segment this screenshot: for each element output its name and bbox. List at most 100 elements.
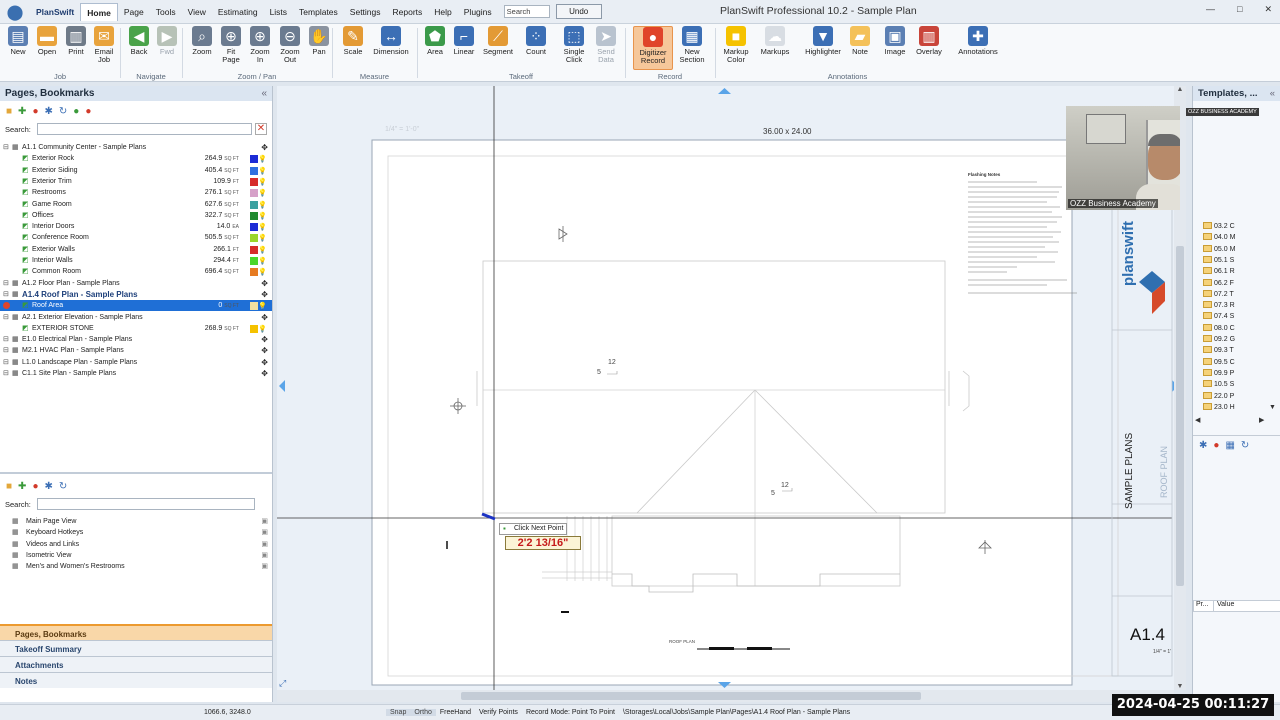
color-swatch[interactable]: [250, 302, 258, 311]
expander-icon[interactable]: ⊟: [3, 142, 9, 153]
template-folder-item[interactable]: 23.0 H: [1195, 402, 1273, 413]
move-icon[interactable]: ✥: [261, 345, 268, 356]
template-folder-item[interactable]: 22.0 P: [1195, 391, 1273, 402]
color-swatch[interactable]: [250, 177, 258, 186]
tree-page-row[interactable]: ⊟ ▦ ✥ A2.1 Exterior Elevation - Sample Plan…: [0, 312, 272, 323]
color-swatch[interactable]: [250, 211, 258, 220]
template-folder-item[interactable]: 09.9 P: [1195, 368, 1273, 379]
menu-page[interactable]: Page: [118, 3, 150, 21]
bookmark-item[interactable]: ▦ Men's and Women's Restrooms ▣: [12, 561, 270, 572]
templates-refresh-icon[interactable]: ↻: [1241, 440, 1249, 451]
menu-templates[interactable]: Templates: [293, 3, 344, 21]
menu-home[interactable]: Home: [80, 2, 118, 21]
bookmark-view-icon[interactable]: ▣: [261, 527, 268, 538]
bookmark-view-icon[interactable]: ▣: [261, 539, 268, 550]
delete-icon[interactable]: ●: [32, 106, 38, 117]
tree-page-row[interactable]: ⊟ ▦ ✥ A1.1 Community Center - Sample Plans: [0, 142, 272, 153]
drawing-canvas[interactable]: 36.00 x 24.00 1/4" = 1'-0" 12 5 12 5 Fla…: [277, 86, 1185, 690]
horizontal-scroll-thumb[interactable]: [461, 692, 921, 700]
color-swatch[interactable]: [250, 200, 258, 209]
template-folder-item[interactable]: 09.3 T: [1195, 345, 1273, 356]
move-icon[interactable]: ✥: [261, 312, 268, 323]
bookmark-add-icon[interactable]: ✚: [18, 481, 26, 492]
templates-settings-icon[interactable]: ✱: [1199, 440, 1207, 451]
freehand-toggle[interactable]: FreeHand: [436, 709, 475, 716]
ribbon-button-count[interactable]: ⁘ Count: [521, 26, 551, 56]
tree-item-row[interactable]: ◩ Interior Doors 14.0 EA 💡: [0, 221, 272, 232]
add-icon[interactable]: ✚: [18, 106, 26, 117]
bookmarks-search-input[interactable]: [37, 498, 255, 510]
scroll-up-arrow-icon[interactable]: ▲: [1174, 86, 1186, 93]
close-window-button[interactable]: ✕: [1264, 4, 1272, 15]
templates-delete-icon[interactable]: ●: [1213, 440, 1219, 451]
color-swatch[interactable]: [250, 223, 258, 232]
color-swatch[interactable]: [250, 189, 258, 198]
template-folder-item[interactable]: 03.2 C: [1195, 221, 1273, 232]
tree-item-row[interactable]: ◩ Offices 322.7 SQ FT 💡: [0, 210, 272, 221]
app-menu-planswift[interactable]: PlanSwift: [30, 3, 80, 21]
tree-item-row[interactable]: ◩ Exterior Trim 109.9 FT 💡: [0, 176, 272, 187]
menu-tools[interactable]: Tools: [150, 3, 182, 21]
templates-scroll-down-arrow-icon[interactable]: ▼: [1269, 404, 1276, 411]
menu-view[interactable]: View: [182, 3, 212, 21]
template-folder-item[interactable]: 06.1 R: [1195, 266, 1273, 277]
ribbon-button-digitizer-record[interactable]: ● Digitizer Record: [633, 26, 673, 70]
tree-page-row[interactable]: ⊟ ▦ ✥ A1.2 Floor Plan - Sample Plans: [0, 278, 272, 289]
color-swatch[interactable]: [250, 166, 258, 175]
canvas-corner-expand-icon[interactable]: ⤢: [279, 678, 286, 689]
ribbon-button-print[interactable]: ▥ Print: [61, 26, 91, 56]
record-mode-status[interactable]: Record Mode: Point To Point: [522, 709, 619, 716]
template-folder-item[interactable]: 04.0 M: [1195, 232, 1273, 243]
tree-item-row[interactable]: ◩ Conference Room 505.5 SQ FT 💡: [0, 232, 272, 243]
move-icon[interactable]: ✥: [261, 289, 268, 300]
move-icon[interactable]: ✥: [261, 278, 268, 289]
bookmark-settings-icon[interactable]: ✱: [44, 481, 52, 492]
template-folder-item[interactable]: 09.2 G: [1195, 334, 1273, 345]
ribbon-button-image[interactable]: ▣ Image: [880, 26, 910, 56]
menu-estimating[interactable]: Estimating: [212, 3, 264, 21]
template-folder-item[interactable]: 06.2 F: [1195, 278, 1273, 289]
bookmark-refresh-icon[interactable]: ↻: [59, 481, 67, 492]
ribbon-button-note[interactable]: ▰ Note: [845, 26, 875, 56]
color-swatch[interactable]: [250, 324, 258, 333]
expander-icon[interactable]: ⊟: [3, 312, 9, 323]
verify-points-toggle[interactable]: Verify Points: [475, 709, 522, 716]
ribbon-button-new[interactable]: ▤ New: [3, 26, 33, 56]
bookmark-view-icon[interactable]: ▣: [261, 561, 268, 572]
tree-page-row[interactable]: ⊟ ▦ ✥ E1.0 Electrical Plan - Sample Plans: [0, 334, 272, 345]
panel-tab-takeoff-summary[interactable]: Takeoff Summary: [0, 640, 272, 656]
ribbon-button-zoom-in[interactable]: ⊕ Zoom In: [245, 26, 275, 64]
bookmark-item[interactable]: ▦ Main Page View ▣: [12, 516, 270, 527]
templates-grid-icon[interactable]: ▦: [1225, 440, 1234, 451]
undo-button[interactable]: Undo: [555, 4, 602, 19]
vertical-scroll-thumb[interactable]: [1176, 246, 1184, 586]
template-folder-item[interactable]: 05.1 S: [1195, 255, 1273, 266]
tree-item-row[interactable]: ◩ Interior Walls 294.4 FT 💡: [0, 255, 272, 266]
tree-item-row[interactable]: ◩ Game Room 627.6 SQ FT 💡: [0, 199, 272, 210]
scroll-down-arrow-icon[interactable]: ▼: [1174, 683, 1186, 690]
ribbon-button-zoom[interactable]: ⌕ Zoom: [187, 26, 217, 56]
template-folder-item[interactable]: 10.5 S: [1195, 379, 1273, 390]
expander-icon[interactable]: ⊟: [3, 334, 9, 345]
bookmark-folder-icon[interactable]: ■: [6, 481, 12, 492]
bookmark-view-icon[interactable]: ▣: [261, 550, 268, 561]
templates-collapse-icon[interactable]: «: [1270, 88, 1275, 99]
clear-search-icon[interactable]: ✕: [255, 123, 267, 135]
template-folder-item[interactable]: 07.4 S: [1195, 311, 1273, 322]
template-folder-item[interactable]: 09.5 C: [1195, 357, 1273, 368]
refresh-icon[interactable]: ↻: [59, 106, 67, 117]
ribbon-button-single-click[interactable]: ⬚ Single Click: [559, 26, 589, 64]
color-swatch[interactable]: [250, 155, 258, 164]
template-folder-item[interactable]: 07.3 R: [1195, 300, 1273, 311]
ribbon-button-highlighter[interactable]: ▼ Highlighter: [803, 26, 843, 56]
color-swatch[interactable]: [250, 245, 258, 254]
template-folder-item[interactable]: 08.0 C: [1195, 323, 1273, 334]
ribbon-button-fwd[interactable]: ▶ Fwd: [152, 26, 182, 56]
tree-page-row[interactable]: ⊟ ▦ ✥ A1.4 Roof Plan - Sample Plans: [0, 289, 272, 300]
move-icon[interactable]: ✥: [261, 142, 268, 153]
tree-item-row[interactable]: ◩ Exterior Walls 266.1 FT 💡: [0, 244, 272, 255]
tree-item-row[interactable]: ◩ Exterior Rock 264.9 SQ FT 💡: [0, 153, 272, 164]
settings-gear-icon[interactable]: ✱: [44, 106, 52, 117]
tree-page-row[interactable]: ⊟ ▦ ✥ L1.0 Landscape Plan - Sample Plans: [0, 357, 272, 368]
ribbon-button-open[interactable]: ▬ Open: [32, 26, 62, 56]
